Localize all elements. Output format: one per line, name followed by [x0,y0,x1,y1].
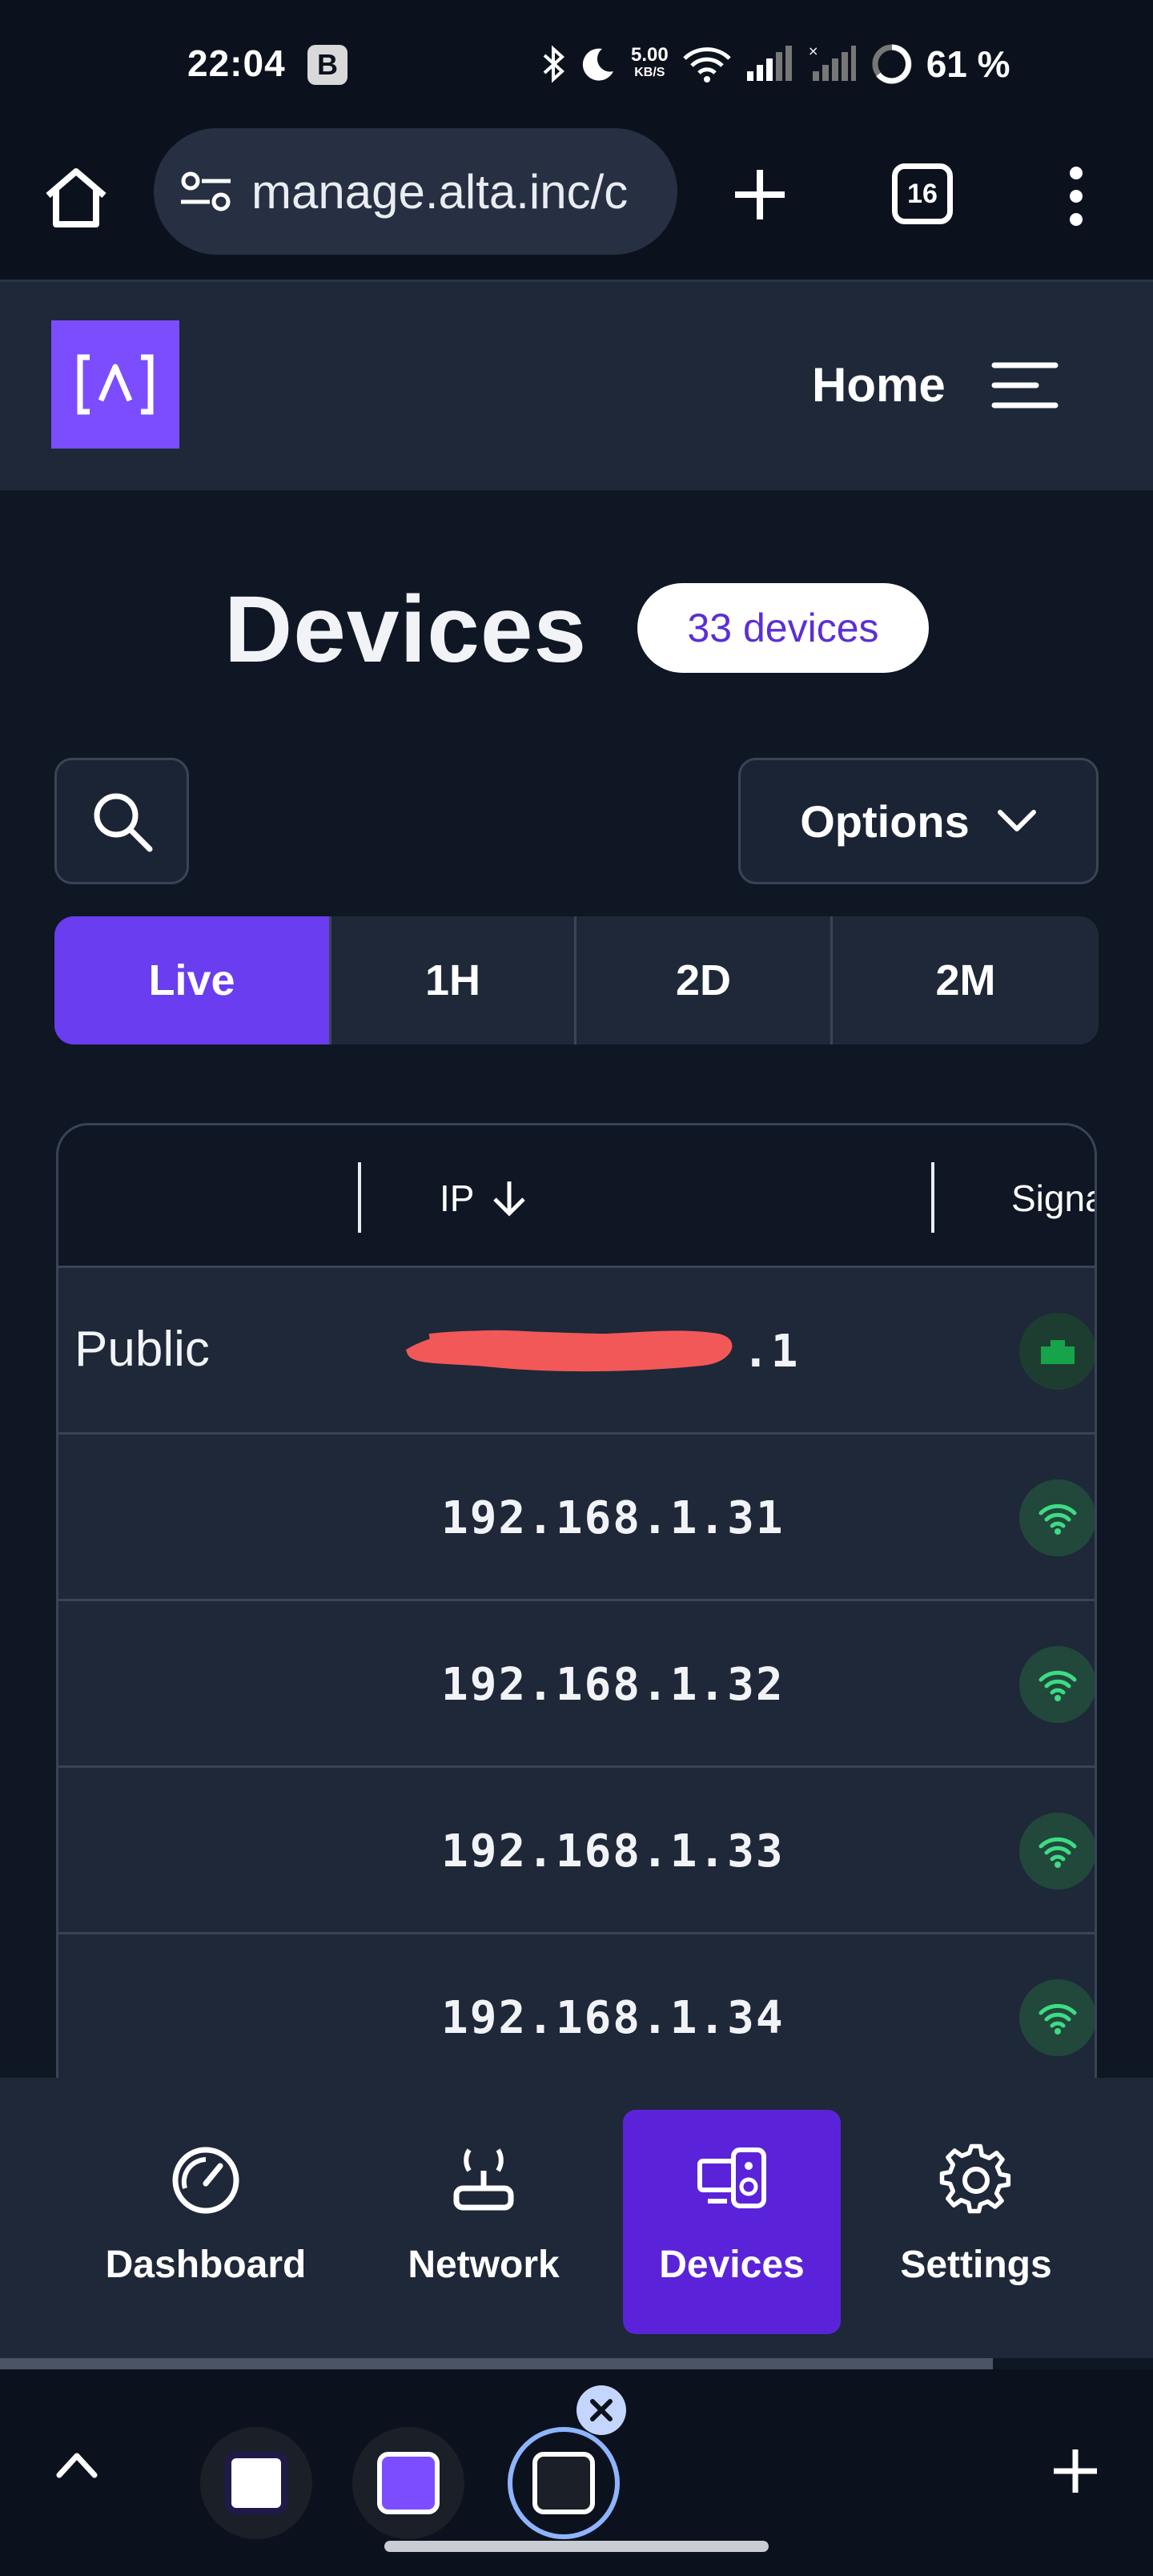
table-row[interactable]: 192.168.1.33 [58,1768,1095,1934]
nav-dashboard[interactable]: Dashboard [98,2110,314,2334]
site-settings-icon[interactable] [178,163,234,219]
sort-descending-icon [493,1181,526,1217]
hamburger-menu-icon[interactable] [991,359,1059,412]
alta-logo-icon [77,354,154,415]
page-title: Devices [224,577,588,682]
horizontal-scrollbar[interactable] [0,2358,993,2369]
browser-toolbar: manage.alta.inc/c 16 [0,128,1153,282]
table-row[interactable]: 192.168.1.32 [58,1601,1095,1768]
device-ip: .1 [742,1326,800,1378]
gear-icon [939,2143,1011,2214]
alta-logo[interactable] [51,320,179,449]
svg-text:×: × [808,44,818,58]
status-bar: 22:04 B 5.00 KB/S × 61 % [0,0,1153,128]
close-icon [590,2399,613,2421]
device-ip: 192.168.1.31 [441,1492,785,1544]
options-label: Options [800,795,970,847]
tab-live[interactable]: Live [54,916,331,1044]
column-header-signal[interactable]: Signa [1011,1177,1095,1220]
device-ip: 192.168.1.34 [441,1992,785,2044]
tab-2m[interactable]: 2M [833,916,1099,1044]
url-text: manage.alta.inc/c [251,164,629,219]
ethernet-icon [1041,1340,1075,1364]
close-tab-button[interactable] [576,2385,626,2435]
device-label: Public [74,1322,210,1377]
battery-percent: 61 % [926,43,1010,85]
signal-badge [1019,1813,1095,1890]
table-header: IP Signa [58,1125,1095,1268]
alta-favicon-icon [532,2452,595,2514]
table-row[interactable]: 192.168.1.31 [58,1435,1095,1601]
status-icons: 5.00 KB/S × 61 % [541,38,1010,90]
network-speed: 5.00 KB/S [631,44,669,80]
signal-badge [1019,1313,1095,1390]
tab-1h[interactable]: 1H [331,916,576,1044]
home-link[interactable]: Home [812,357,946,413]
signal-badge [1019,1646,1095,1723]
b-app-badge: B [307,45,348,85]
gauge-icon [172,2147,239,2214]
battery-ring-icon [872,44,912,84]
bluetooth-icon [543,45,564,83]
column-header-ip[interactable]: IP [440,1177,528,1220]
chevron-down-icon [997,810,1036,831]
home-icon[interactable] [40,162,112,234]
wifi-icon [682,47,731,83]
cell-signal-icon [746,46,792,81]
signal-badge [1019,1979,1095,2056]
wifi-signal-icon [1039,1503,1077,1535]
table-row[interactable]: Public .1 [58,1268,1095,1435]
wifi-signal-icon [1039,2003,1077,2035]
column-resizer[interactable] [931,1162,934,1233]
bottom-navigation: Dashboard Network Devices Settings [0,2078,1153,2358]
do-not-disturb-moon-icon [582,48,613,81]
options-dropdown[interactable]: Options [738,758,1099,884]
device-count-badge: 33 devices [637,583,929,673]
new-tab-icon[interactable] [724,159,796,231]
devices-icon [697,2147,766,2208]
search-icon [94,793,153,852]
address-bar[interactable]: manage.alta.inc/c [154,128,677,255]
cell-signal-2-icon: × [808,44,856,81]
device-ip: 192.168.1.33 [441,1825,785,1878]
chevron-up-icon[interactable] [53,2446,101,2481]
alta-favicon-icon [377,2452,440,2514]
tab-switcher-button[interactable]: 16 [892,163,953,224]
more-vert-icon[interactable] [1059,160,1094,232]
add-tab-icon[interactable] [1047,2443,1103,2499]
tab-favicon[interactable] [200,2427,312,2539]
nav-devices[interactable]: Devices [623,2110,841,2334]
gesture-bar[interactable] [384,2541,769,2552]
wifi-signal-icon [1039,1837,1077,1868]
router-icon [453,2148,514,2211]
table-row[interactable]: 192.168.1.34 [58,1934,1095,2101]
device-ip: 192.168.1.32 [441,1659,785,1711]
devices-table: IP Signa Public .1 192.168.1.31 192.168.… [56,1123,1097,2244]
clock: 22:04 [187,42,286,84]
tab-favicon-active[interactable] [508,2427,620,2539]
signal-badge [1019,1479,1095,1556]
app-header: Home [0,282,1153,490]
tab-2d[interactable]: 2D [576,916,833,1044]
tab-favicon[interactable] [352,2427,464,2539]
column-resizer[interactable] [358,1162,361,1233]
alta-favicon-icon [225,2452,287,2514]
time-range-tabs: Live 1H 2D 2M [54,916,1099,1044]
nav-network[interactable]: Network [389,2110,578,2334]
redaction-scribble [406,1330,733,1372]
wifi-signal-icon [1039,1670,1077,1701]
nav-settings[interactable]: Settings [887,2110,1065,2334]
search-button[interactable] [54,758,189,884]
